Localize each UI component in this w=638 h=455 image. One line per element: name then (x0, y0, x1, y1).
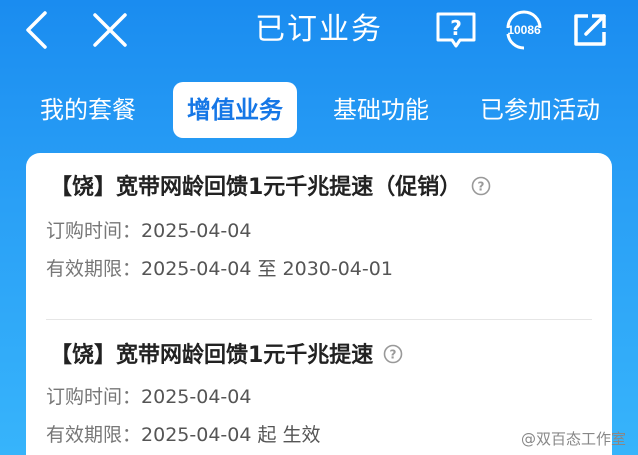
help-button[interactable]: ? (434, 8, 478, 52)
service-number: 10086 (507, 23, 541, 37)
validity-row: 有效期限：2025-04-04 起 生效 (46, 421, 321, 449)
question-icon[interactable]: ? (383, 344, 403, 364)
tab-my-plan[interactable]: 我的套餐 (40, 82, 136, 138)
order-time-label: 订购时间： (46, 386, 142, 408)
validity-value: 2025-04-04 起 生效 (141, 424, 321, 446)
customer-service-button[interactable]: 10086 (502, 8, 546, 52)
services-card: 【饶】宽带网龄回馈1元千兆提速（促销）? 订购时间：2025-04-04 有效期… (26, 153, 612, 455)
svg-text:?: ? (450, 16, 462, 40)
share-icon (574, 14, 606, 46)
tab-value-added[interactable]: 增值业务 (173, 82, 297, 138)
header: 已订业务 ? 10086 (0, 0, 638, 60)
svg-text:?: ? (478, 180, 485, 194)
order-time-row: 订购时间：2025-04-04 (46, 217, 251, 245)
item-title-text: 【饶】宽带网龄回馈1元千兆提速 (50, 343, 374, 368)
validity-value: 2025-04-04 至 2030-04-01 (141, 258, 393, 280)
help-book-icon: ? (436, 12, 476, 48)
divider (46, 319, 592, 320)
share-button[interactable] (568, 8, 612, 52)
item-title-text: 【饶】宽带网龄回馈1元千兆提速（促销） (50, 175, 462, 200)
item-title: 【饶】宽带网龄回馈1元千兆提速（促销）? (50, 173, 491, 203)
order-time-label: 订购时间： (46, 220, 142, 242)
validity-row: 有效期限：2025-04-04 至 2030-04-01 (46, 255, 393, 283)
watermark-text: @双百态工作室 (520, 430, 626, 448)
tab-bar: 我的套餐 增值业务 基础功能 已参加活动 (0, 82, 638, 138)
question-icon[interactable]: ? (471, 176, 491, 196)
validity-label: 有效期限： (46, 258, 142, 280)
order-time-value: 2025-04-04 (141, 220, 252, 242)
order-time-value: 2025-04-04 (141, 386, 252, 408)
watermark: @双百态工作室 (521, 428, 626, 449)
svg-text:?: ? (390, 348, 397, 362)
order-time-row: 订购时间：2025-04-04 (46, 383, 251, 411)
item-title: 【饶】宽带网龄回馈1元千兆提速? (50, 341, 403, 371)
tab-joined-activities[interactable]: 已参加活动 (480, 82, 600, 138)
tab-basic-functions[interactable]: 基础功能 (333, 82, 429, 138)
validity-label: 有效期限： (46, 424, 142, 446)
